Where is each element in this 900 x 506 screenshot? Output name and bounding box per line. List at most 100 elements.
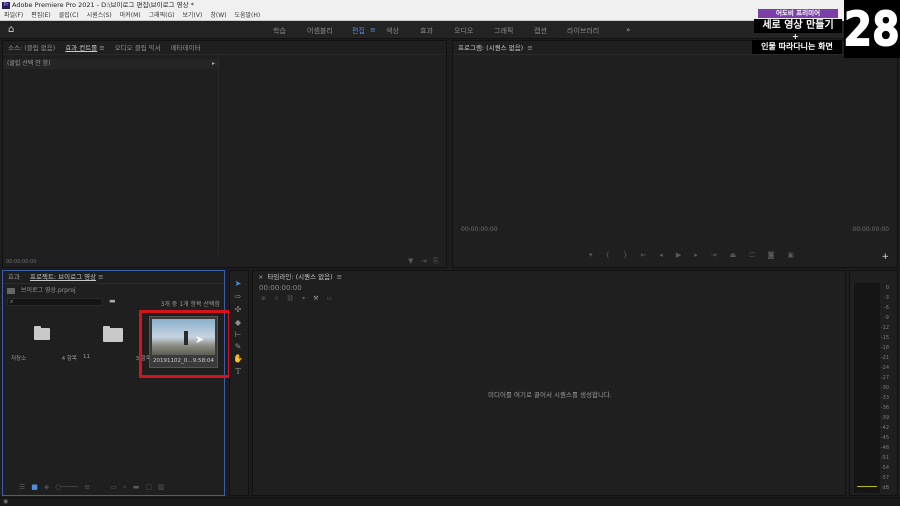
panel-menu-icon[interactable]: ≡ bbox=[98, 271, 103, 283]
tab-source[interactable]: 소스: (클립 없음) bbox=[8, 41, 55, 54]
tab-effect-controls[interactable]: 효과 컨트롤 bbox=[65, 41, 97, 54]
hand-tool-icon[interactable]: ✋ bbox=[233, 354, 243, 364]
selection-info: 3개 중 1개 항목 선택함 bbox=[160, 301, 220, 308]
trash-icon[interactable]: ▥ bbox=[158, 483, 165, 491]
list-view-icon[interactable]: ☰ bbox=[19, 483, 25, 491]
person-silhouette bbox=[184, 331, 188, 345]
zoom-slider[interactable]: ○──── bbox=[55, 483, 78, 491]
workspace-tab-effects[interactable]: 효과 bbox=[420, 26, 433, 36]
workspace-overflow-icon[interactable]: » bbox=[626, 26, 630, 34]
type-tool-icon[interactable]: T bbox=[233, 367, 243, 377]
wrench-icon[interactable]: ⚒ bbox=[313, 295, 318, 302]
ripple-icon[interactable]: ⇥ bbox=[421, 257, 427, 265]
window-title: Adobe Premiere Pro 2021 - D:\브이로그 편집\브이로… bbox=[12, 1, 194, 9]
camera-icon[interactable]: ◙ bbox=[768, 251, 775, 263]
freeform-view-icon[interactable]: ◈ bbox=[44, 483, 49, 491]
new-bin-icon[interactable]: ▬ bbox=[133, 483, 140, 491]
razor-tool-icon[interactable]: ◆ bbox=[233, 318, 243, 328]
tab-project[interactable]: 프로젝트: 브이로그 영상 bbox=[30, 271, 96, 283]
tab-effects[interactable]: 효과 bbox=[8, 271, 20, 283]
sort-icon[interactable]: ≡ bbox=[84, 483, 90, 491]
home-icon[interactable]: ⌂ bbox=[8, 25, 18, 35]
panel-divider bbox=[218, 55, 219, 255]
icon-view-icon[interactable]: ■ bbox=[31, 483, 38, 491]
slip-tool-icon[interactable]: ⊢ bbox=[233, 330, 243, 340]
menu-window[interactable]: 창(W) bbox=[210, 11, 226, 20]
workspace-tab-captions[interactable]: 캡션 bbox=[534, 26, 547, 36]
folder-icon bbox=[34, 326, 50, 340]
menu-view[interactable]: 보기(V) bbox=[183, 11, 203, 20]
panel-menu-icon[interactable]: ≡ bbox=[337, 271, 342, 283]
workspace-menu-icon[interactable]: ≡ bbox=[370, 26, 376, 34]
tab-audio-clip-mixer[interactable]: 오디오 클립 믹서 bbox=[115, 41, 161, 54]
mark-out-icon[interactable]: } bbox=[623, 251, 627, 263]
panel-menu-icon[interactable]: ≡ bbox=[527, 41, 532, 54]
panel-menu-icon[interactable]: ≡ bbox=[99, 41, 104, 54]
step-back-icon[interactable]: ◂ bbox=[659, 251, 663, 263]
compare-icon[interactable]: ▣ bbox=[787, 251, 794, 263]
meter-tick-label: -51 bbox=[880, 455, 889, 461]
menu-marker[interactable]: 마커(M) bbox=[120, 11, 141, 20]
close-icon[interactable]: × bbox=[258, 271, 263, 283]
extract-icon[interactable]: ⏍ bbox=[749, 251, 754, 263]
project-file-name: 브이로그 영상.prproj bbox=[20, 287, 76, 294]
new-bin-icon[interactable]: ▬ bbox=[109, 297, 116, 305]
program-title: 프로그램: (시퀀스 없음) bbox=[458, 44, 524, 52]
step-forward-icon[interactable]: ▸ bbox=[694, 251, 698, 263]
new-item-icon[interactable]: ▢ bbox=[145, 483, 152, 491]
timeline-header: × 타임라인: (시퀀스 없음) ≡ bbox=[253, 271, 845, 283]
add-marker-icon[interactable]: ▾ bbox=[302, 295, 305, 302]
find-icon[interactable]: ⌕ bbox=[123, 483, 127, 492]
workspace-tab-assembly[interactable]: 어셈블리 bbox=[307, 26, 333, 36]
effect-controls-header: (클립 선택 안 함) ▸ bbox=[3, 59, 218, 69]
play-icon[interactable]: ▶ bbox=[676, 251, 681, 263]
menu-file[interactable]: 파일(F) bbox=[4, 11, 23, 20]
linked-selection-icon[interactable]: ⛓ bbox=[286, 295, 294, 302]
captions-icon[interactable]: ▭ bbox=[326, 295, 332, 302]
workspace-tab-editing[interactable]: 편집 bbox=[352, 26, 365, 36]
no-clip-label: (클립 선택 안 함) bbox=[7, 60, 51, 67]
menu-clip[interactable]: 클립(C) bbox=[59, 11, 79, 20]
workspace-tab-audio[interactable]: 오디오 bbox=[454, 26, 473, 36]
meter-tick-label: -27 bbox=[880, 375, 889, 381]
track-select-tool-icon[interactable]: ⇨ bbox=[233, 292, 243, 302]
meter-tick-label: dB bbox=[882, 485, 889, 491]
meter-tick-label: -33 bbox=[880, 395, 889, 401]
menu-edit[interactable]: 편집(E) bbox=[31, 11, 51, 20]
workspace-tab-graphics[interactable]: 그래픽 bbox=[494, 26, 513, 36]
go-to-out-icon[interactable]: ⇥ bbox=[711, 251, 717, 263]
workspace-tab-libraries[interactable]: 라이브러리 bbox=[567, 26, 599, 36]
filter-icon[interactable]: ▼ bbox=[408, 257, 413, 265]
project-item-clip[interactable]: ➤ 20191102_0... 9:58:04 bbox=[149, 316, 218, 368]
export-frame-icon[interactable]: ⎘ bbox=[433, 257, 439, 266]
snap-icon[interactable]: ∩ bbox=[274, 295, 278, 302]
meter-tick-label: -30 bbox=[880, 385, 889, 391]
project-search-input[interactable]: ⌕ bbox=[7, 298, 103, 306]
add-marker-icon[interactable]: ▾ bbox=[589, 251, 593, 263]
menu-sequence[interactable]: 시퀀스(S) bbox=[87, 11, 112, 20]
add-button-icon[interactable]: + bbox=[881, 252, 889, 262]
nest-icon[interactable]: ⊕ bbox=[261, 295, 266, 302]
clip-thumbnail: ➤ bbox=[152, 319, 215, 355]
pen-tool-icon[interactable]: ✎ bbox=[233, 342, 243, 352]
project-item-folder[interactable]: 저장소 4 항목 bbox=[7, 314, 79, 366]
workspace-tab-learn[interactable]: 학습 bbox=[273, 26, 286, 36]
program-monitor: 프로그램: (시퀀스 없음) ≡ 00:00:00:00 00:00:00:00… bbox=[452, 40, 898, 268]
automate-icon[interactable]: ▭ bbox=[110, 483, 117, 491]
selection-tool-icon[interactable]: ➤ bbox=[233, 279, 243, 289]
tab-metadata[interactable]: 메타데이터 bbox=[171, 41, 201, 54]
menu-graphics[interactable]: 그래픽(G) bbox=[149, 11, 175, 20]
lift-icon[interactable]: ⏏ bbox=[730, 251, 737, 263]
meter-tick-label: -21 bbox=[880, 355, 889, 361]
go-to-in-icon[interactable]: ⇤ bbox=[640, 251, 646, 263]
meter-tick-label: -54 bbox=[880, 465, 889, 471]
workspace-tab-color[interactable]: 색상 bbox=[386, 26, 399, 36]
menu-help[interactable]: 도움말(H) bbox=[234, 11, 260, 20]
meter-tick-label: -3 bbox=[884, 295, 889, 301]
source-timecode: 00:00:00:00 bbox=[6, 259, 37, 265]
expand-arrow-icon[interactable]: ▸ bbox=[212, 59, 215, 69]
folder-icon bbox=[103, 326, 123, 342]
ripple-edit-tool-icon[interactable]: ✣ bbox=[233, 305, 243, 315]
overlay-subtitle: 어도비 프리미어 bbox=[758, 9, 838, 18]
mark-in-icon[interactable]: { bbox=[606, 251, 610, 263]
